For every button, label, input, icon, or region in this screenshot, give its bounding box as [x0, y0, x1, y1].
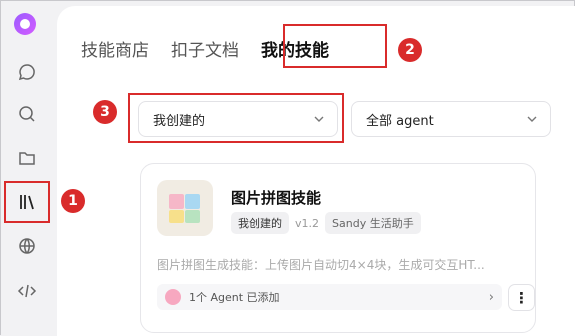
app-window: 技能商店 扣子文档 我的技能 我创建的 全部 agent 图片拼图技能 我创建的…	[0, 0, 575, 336]
sidebar	[1, 1, 57, 336]
chevron-right-icon: ›	[488, 289, 494, 305]
creator-tag: 我创建的	[231, 212, 289, 234]
code-icon[interactable]	[17, 281, 37, 301]
highlight-box-2	[283, 24, 387, 68]
agent-count-label: 1个 Agent 已添加	[189, 291, 280, 304]
annotation-badge-2: 2	[398, 38, 422, 62]
author-tag: Sandy 生活助手	[325, 212, 421, 234]
tab-skill-store[interactable]: 技能商店	[81, 36, 149, 61]
app-logo-icon[interactable]	[14, 13, 36, 35]
annotation-badge-1: 1	[61, 189, 85, 213]
skill-version: v1.2	[295, 216, 320, 230]
skill-card[interactable]: 图片拼图技能 我创建的 v1.2 Sandy 生活助手 图片拼图生成技能：上传图…	[140, 163, 536, 333]
search-icon[interactable]	[17, 104, 37, 124]
annotation-badge-3: 3	[93, 100, 117, 124]
globe-icon[interactable]	[17, 236, 37, 256]
skill-name: 图片拼图技能	[231, 189, 322, 207]
folder-icon[interactable]	[17, 148, 37, 168]
skill-description: 图片拼图生成技能：上传图片自动切4×4块，生成可交互HT...	[157, 258, 485, 272]
agent-avatar	[165, 289, 181, 305]
puzzle-cube-icon	[157, 180, 213, 236]
highlight-box-3	[128, 93, 344, 143]
agent-filter-dropdown[interactable]: 全部 agent	[351, 101, 551, 137]
tab-coze-docs[interactable]: 扣子文档	[171, 36, 239, 61]
agent-filter-value: 全部 agent	[366, 113, 434, 129]
highlight-box-1	[4, 181, 50, 223]
chat-icon[interactable]	[17, 62, 37, 82]
more-options-button[interactable]: ⋮	[508, 284, 535, 311]
skill-meta: 我创建的 v1.2 Sandy 生活助手	[231, 212, 421, 234]
chevron-down-icon	[527, 116, 537, 122]
agent-usage-row[interactable]: 1个 Agent 已添加 ›	[157, 284, 502, 310]
